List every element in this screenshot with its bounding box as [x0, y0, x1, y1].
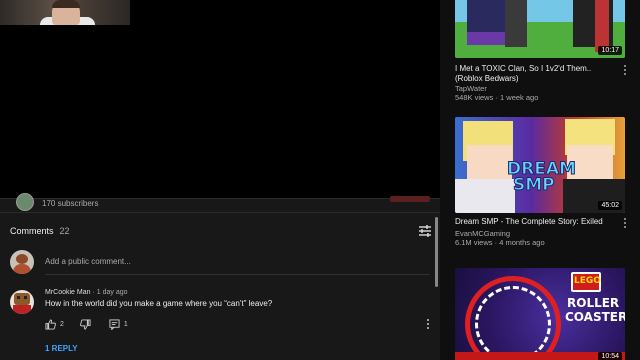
video-channel[interactable]: TapWater	[455, 84, 487, 93]
comments-label: Comments	[10, 226, 54, 236]
comments-count: 22	[59, 226, 70, 236]
view-replies-link[interactable]: 1 REPLY	[45, 344, 78, 353]
comment-text: How in the world did you make a game whe…	[45, 299, 273, 308]
video-title[interactable]: I Met a TOXIC Clan, So I 1v2'd Them.. (R…	[455, 64, 620, 84]
comment-time[interactable]: 1 day ago	[97, 289, 128, 296]
comment-author[interactable]: MrCookie Man	[45, 289, 91, 296]
commenter-avatar[interactable]	[10, 290, 34, 314]
video-views: 6.1M views	[455, 238, 493, 247]
divider	[0, 212, 440, 213]
video-duration: 10:17	[598, 46, 622, 55]
thumbnail-text: ROLLER	[567, 296, 620, 310]
subscribe-button[interactable]	[390, 196, 430, 202]
thumbnail-text: LEGO	[574, 276, 601, 286]
video-duration: 45:02	[598, 201, 622, 210]
sort-icon[interactable]	[418, 224, 432, 238]
user-avatar	[10, 250, 34, 274]
video-stats: 6.1M views · 4 months ago	[455, 238, 545, 247]
add-comment-input[interactable]: Add a public comment...	[45, 257, 430, 266]
main-column: 170 subscribers Comments 22 Add a public …	[0, 0, 440, 360]
channel-info: 170 subscribers	[0, 193, 440, 211]
more-vertical-icon[interactable]	[622, 217, 628, 229]
video-title[interactable]: Dream SMP - The Complete Story: Exiled	[455, 217, 620, 227]
channel-avatar[interactable]	[16, 193, 34, 211]
webcam-overlay	[0, 0, 130, 25]
comment-meta: MrCookie Man · 1 day ago	[45, 289, 128, 296]
comments-header: Comments 22	[10, 226, 70, 236]
video-stats: 548K views · 1 week ago	[455, 93, 539, 102]
video-thumbnail[interactable]: 10:17	[455, 0, 625, 58]
more-vertical-icon[interactable]	[622, 64, 628, 76]
subscriber-count: 170 subscribers	[42, 199, 99, 208]
thumbnail-text: SMP	[513, 175, 556, 196]
reply-button[interactable]	[109, 318, 120, 330]
thumbs-up-icon	[45, 318, 56, 330]
video-channel[interactable]: EvanMCGaming	[455, 229, 510, 238]
thumbs-down-icon	[79, 318, 91, 330]
reply-count: 1	[123, 320, 128, 328]
related-sidebar: 10:17 I Met a TOXIC Clan, So I 1v2'd The…	[440, 0, 640, 360]
reply-icon	[109, 318, 120, 330]
like-count: 2	[60, 320, 64, 328]
video-age: 4 months ago	[499, 238, 545, 247]
thumbnail-text: COASTER	[565, 310, 625, 324]
dislike-button[interactable]	[79, 318, 91, 330]
scrollbar-thumb[interactable]	[435, 217, 438, 287]
more-vertical-icon[interactable]	[425, 318, 431, 330]
like-button[interactable]	[45, 318, 56, 330]
comment-actions: 2 1	[45, 318, 128, 330]
video-thumbnail[interactable]: DREAM SMP 45:02	[455, 117, 625, 213]
video-thumbnail[interactable]: LEGO ROLLER COASTER 10:54	[455, 268, 625, 360]
video-duration: 10:54	[598, 352, 622, 360]
video-player[interactable]	[0, 0, 440, 198]
video-age: 1 week ago	[500, 93, 539, 102]
input-underline	[45, 274, 430, 275]
video-views: 548K views	[455, 93, 494, 102]
